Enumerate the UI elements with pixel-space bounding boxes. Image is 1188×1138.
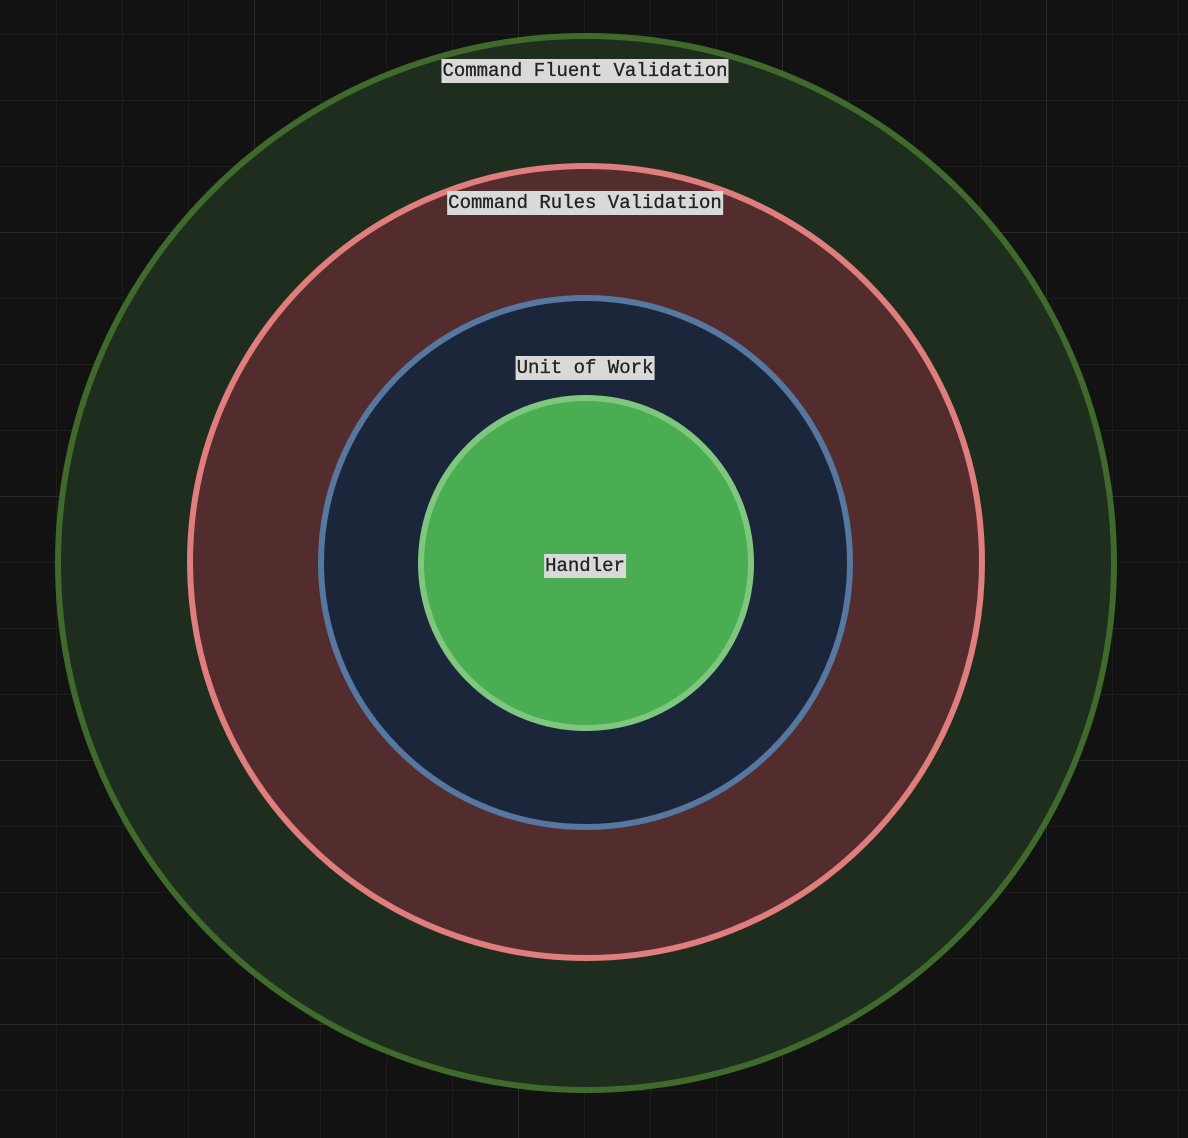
layer-label-command-fluent-validation: Command Fluent Validation (441, 59, 729, 83)
layer-label-unit-of-work: Unit of Work (515, 356, 655, 380)
diagram-canvas: Command Fluent Validation Command Rules … (0, 0, 1188, 1138)
layer-label-command-rules-validation: Command Rules Validation (447, 191, 723, 215)
layer-label-handler: Handler (544, 554, 626, 578)
